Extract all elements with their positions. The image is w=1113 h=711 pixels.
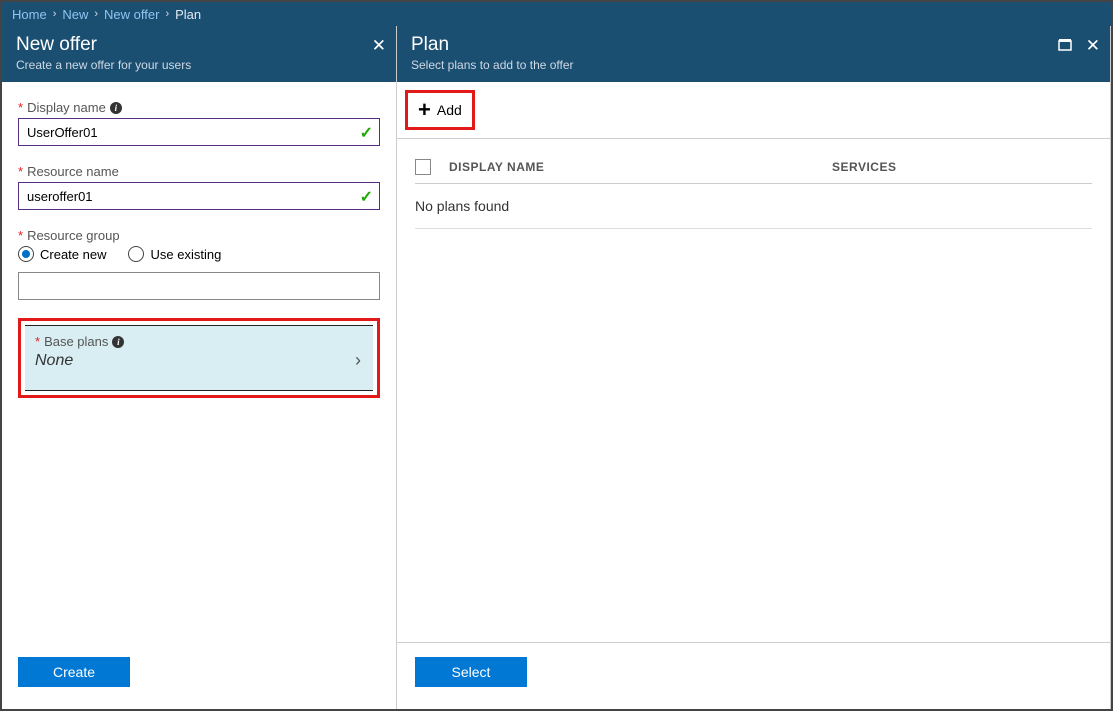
blade-plan: Plan Select plans to add to the offer ✕ … [397,26,1111,709]
blade-subtitle: Create a new offer for your users [16,58,382,72]
create-button[interactable]: Create [18,657,130,687]
required-indicator: * [18,164,23,179]
blade-title: New offer [16,34,382,56]
add-button[interactable]: + Add [405,90,475,130]
base-plans-label: Base plans [44,334,108,349]
required-indicator: * [35,334,40,349]
radio-icon [18,246,34,262]
blade-title: Plan [411,34,1096,56]
table-header: DISPLAY NAME SERVICES [415,159,1092,184]
breadcrumb-item-home[interactable]: Home [12,7,47,22]
close-icon[interactable]: ✕ [1086,36,1100,56]
radio-icon [128,246,144,262]
check-icon: ✓ [360,187,373,207]
breadcrumb: Home › New › New offer › Plan [2,2,1111,26]
display-name-input[interactable] [19,119,379,145]
select-all-checkbox[interactable] [415,159,431,175]
empty-state-message: No plans found [415,184,1092,229]
toolbar: + Add [397,82,1110,139]
info-icon[interactable]: i [112,336,124,348]
radio-create-new[interactable]: Create new [18,246,106,262]
chevron-right-icon: › [53,8,57,20]
base-plans-value: None [35,352,363,370]
blade-header: New offer Create a new offer for your us… [2,26,396,82]
chevron-right-icon: › [165,8,169,20]
base-plans-selector[interactable]: * Base plans i None › [25,325,373,391]
resource-group-input[interactable] [18,272,380,300]
blade-header: Plan Select plans to add to the offer ✕ [397,26,1110,82]
required-indicator: * [18,228,23,243]
resource-group-label: * Resource group [18,228,380,243]
column-services[interactable]: SERVICES [832,160,1092,174]
required-indicator: * [18,100,23,115]
radio-use-existing[interactable]: Use existing [128,246,221,262]
blade-new-offer: New offer Create a new offer for your us… [2,26,397,709]
chevron-right-icon: › [355,350,361,371]
breadcrumb-item-new-offer[interactable]: New offer [104,7,159,22]
resource-name-input[interactable] [19,183,379,209]
display-name-label: * Display name i [18,100,380,115]
info-icon[interactable]: i [110,102,122,114]
blade-subtitle: Select plans to add to the offer [411,58,1096,72]
breadcrumb-item-plan: Plan [175,7,201,22]
close-icon[interactable]: ✕ [372,36,386,56]
maximize-icon[interactable] [1058,38,1072,57]
plus-icon: + [418,99,431,121]
column-display-name[interactable]: DISPLAY NAME [449,160,832,174]
breadcrumb-item-new[interactable]: New [62,7,88,22]
check-icon: ✓ [360,123,373,143]
resource-name-label: * Resource name [18,164,380,179]
chevron-right-icon: › [94,8,98,20]
select-button[interactable]: Select [415,657,527,687]
